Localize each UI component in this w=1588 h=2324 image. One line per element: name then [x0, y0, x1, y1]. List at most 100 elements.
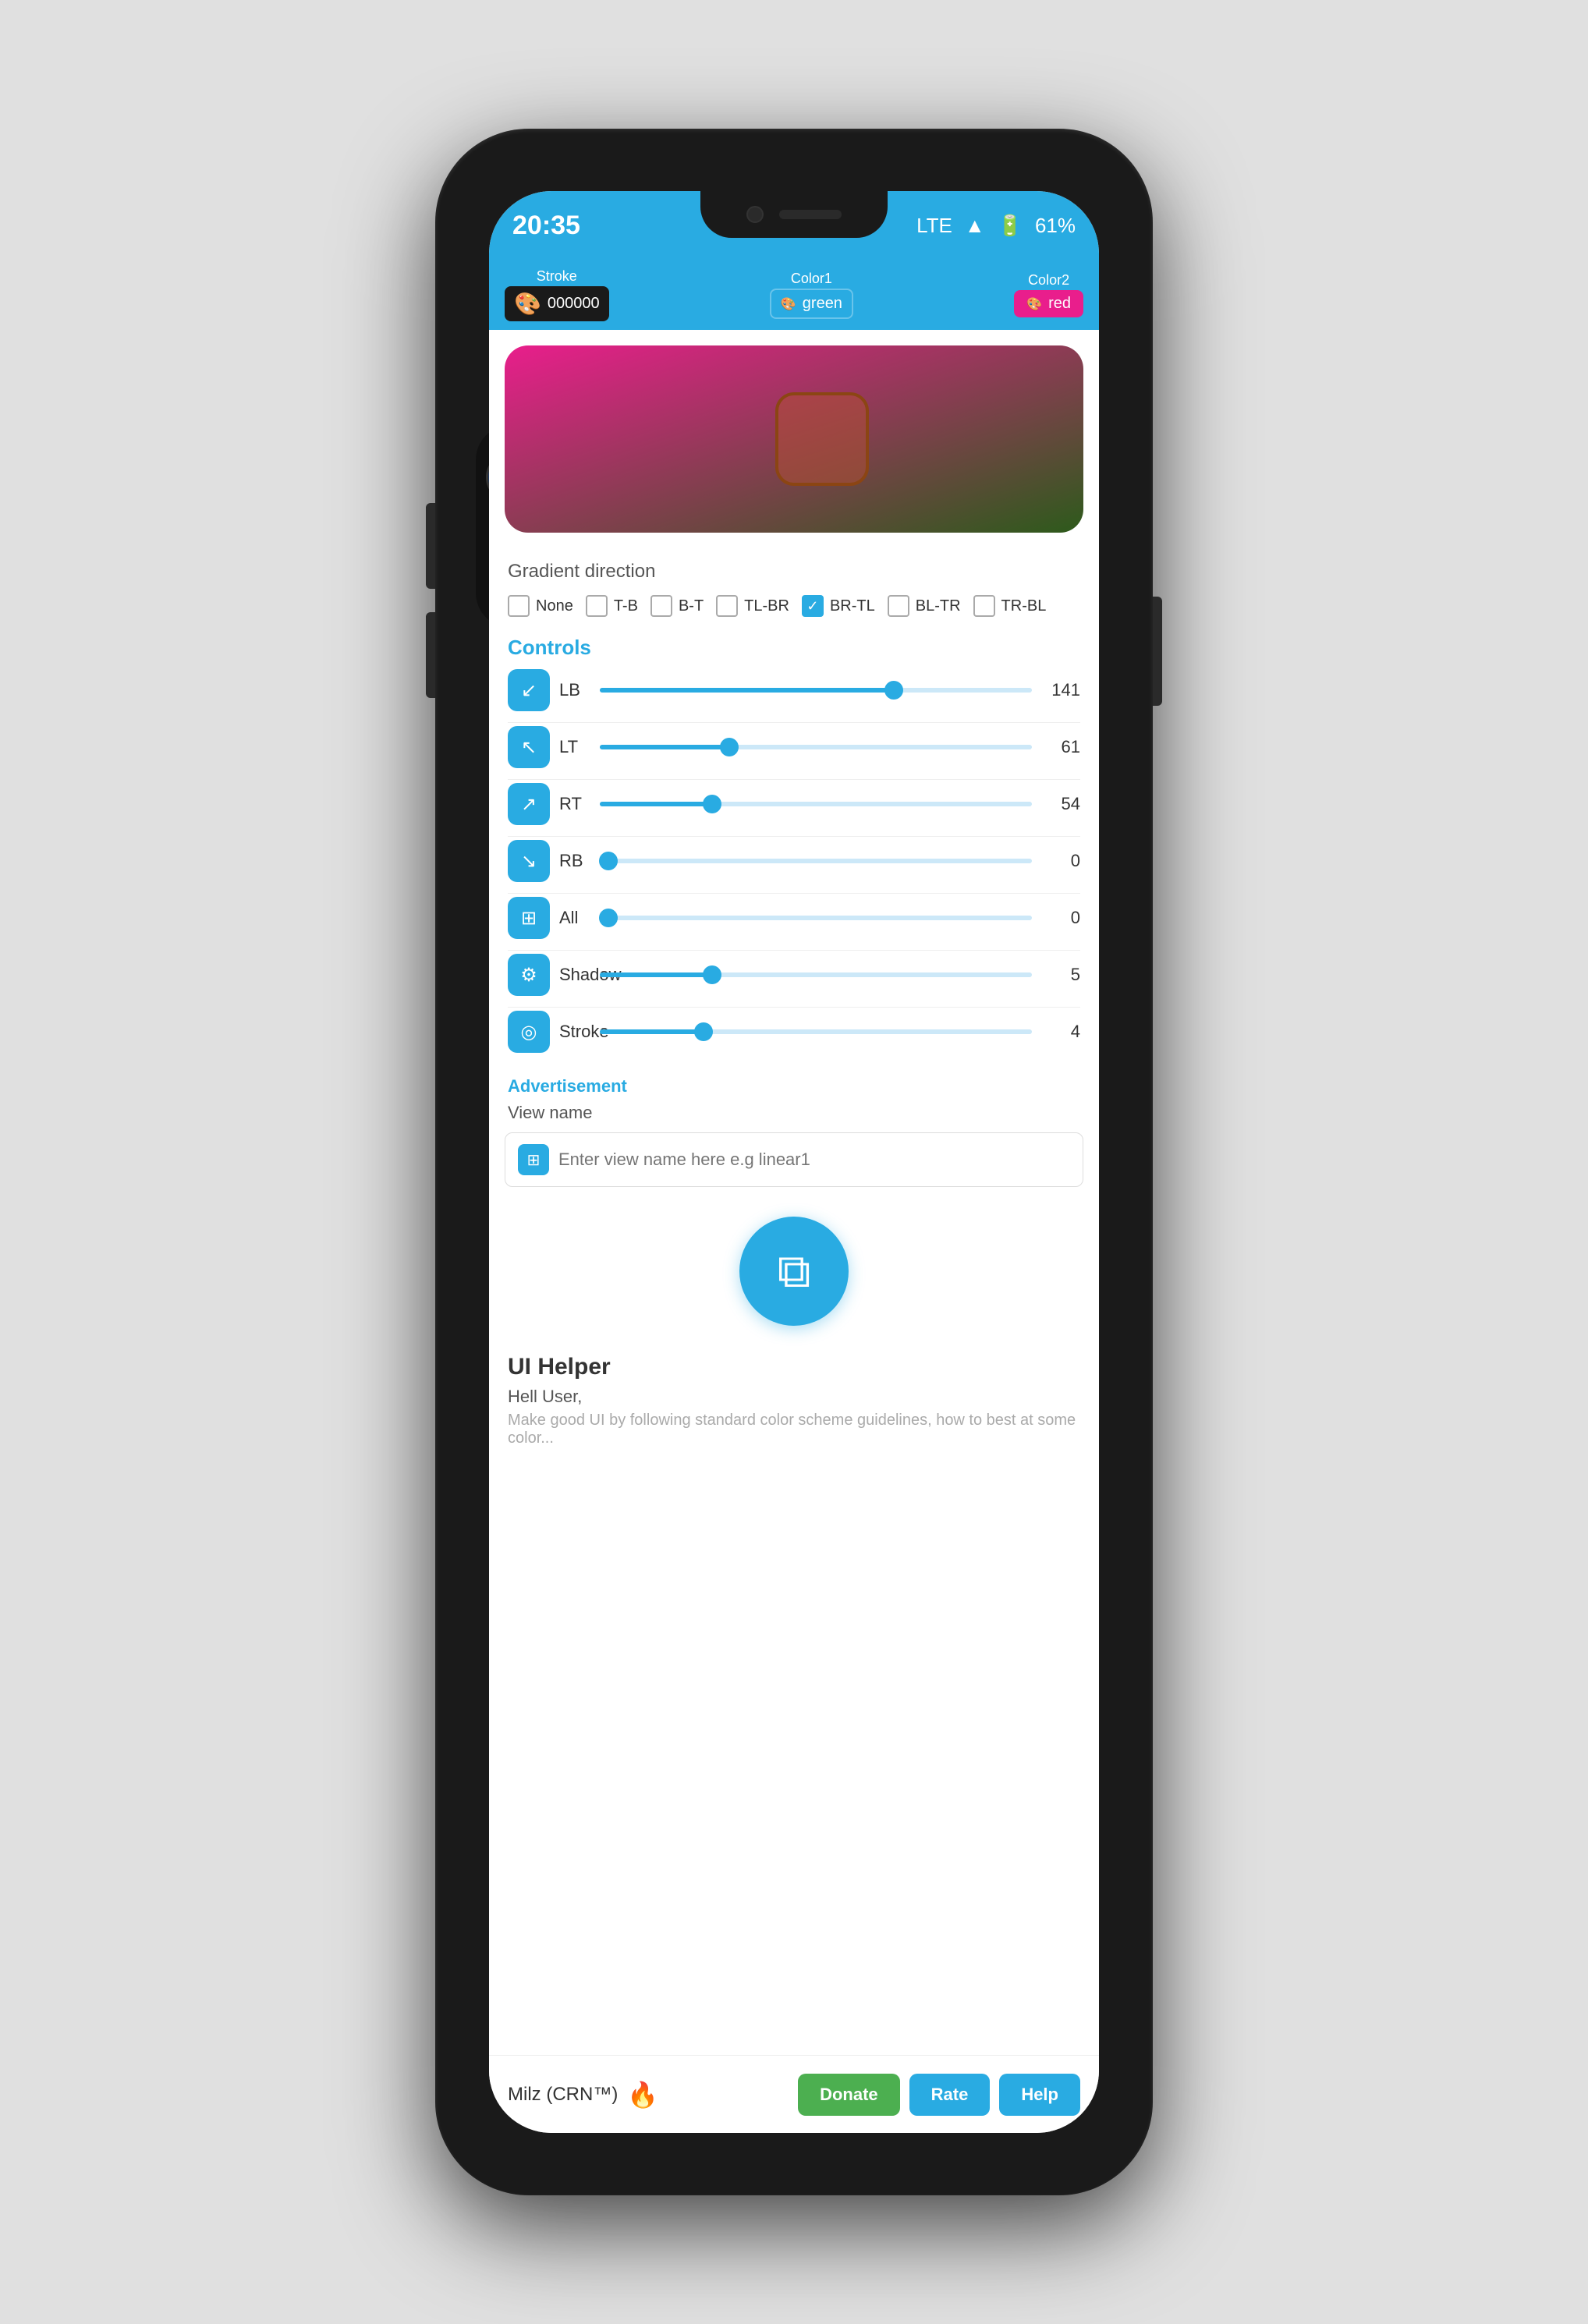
checkbox-trbl[interactable] — [973, 595, 995, 617]
option-brtl[interactable]: BR-TL — [802, 595, 875, 617]
ui-helper: UI Helper Hell User, Make good UI by fol… — [489, 1341, 1099, 1454]
lte-icon: LTE — [916, 214, 952, 238]
all-thumb[interactable] — [599, 909, 618, 927]
stroke-color-button[interactable]: 🎨 000000 — [505, 286, 609, 321]
fire-icon: 🔥 — [627, 2080, 658, 2110]
color1-button[interactable]: 🎨 green — [770, 289, 853, 319]
option-trbl-label: TR-BL — [1001, 597, 1047, 615]
notch-speaker — [779, 210, 842, 219]
controls-section: Controls ↙ LB 141 ↖ LT — [489, 629, 1099, 1070]
option-none-label: None — [536, 597, 573, 615]
checkbox-bltr[interactable] — [888, 595, 909, 617]
all-icon[interactable]: ⊞ — [508, 897, 550, 939]
control-rb: ↘ RB 0 — [508, 840, 1080, 882]
color1-section: Color1 🎨 green — [770, 271, 853, 319]
lb-thumb[interactable] — [884, 681, 903, 700]
shadow-icon[interactable]: ⚙ — [508, 954, 550, 996]
rb-slider[interactable] — [600, 859, 1032, 863]
gradient-direction-title: Gradient direction — [508, 561, 1080, 583]
divider3 — [508, 836, 1080, 837]
palette-icon-stroke: 🎨 — [514, 291, 541, 317]
notch — [700, 191, 888, 238]
view-name-input[interactable] — [558, 1150, 1070, 1170]
rt-icon[interactable]: ↗ — [508, 783, 550, 825]
phone-screen: 20:35 LTE ▲ 🔋 61% Stroke 🎨 — [489, 191, 1099, 2133]
stroke-label: Stroke — [537, 268, 577, 285]
divider4 — [508, 893, 1080, 894]
color1-label: Color1 — [791, 271, 832, 287]
lt-label: LT — [559, 737, 590, 757]
shadow-label: Shadow — [559, 965, 590, 985]
all-slider[interactable] — [600, 916, 1032, 920]
palette-icon-color1: 🎨 — [781, 296, 796, 312]
option-bltr[interactable]: BL-TR — [888, 595, 961, 617]
lb-icon[interactable]: ↙ — [508, 669, 550, 711]
vol-down-button[interactable] — [426, 612, 435, 698]
checkbox-bt[interactable] — [650, 595, 672, 617]
lt-slider[interactable] — [600, 745, 1032, 749]
option-tb[interactable]: T-B — [586, 595, 638, 617]
color2-section: Color2 🎨 red — [1014, 272, 1083, 317]
rt-thumb[interactable] — [703, 795, 721, 813]
wifi-icon: 🔋 — [998, 214, 1023, 238]
notch-camera — [746, 206, 764, 223]
rb-thumb[interactable] — [599, 852, 618, 870]
rt-slider[interactable] — [600, 802, 1032, 806]
view-name-input-row: ⊞ — [505, 1132, 1083, 1187]
color1-value: green — [803, 295, 842, 313]
stroke-thumb[interactable] — [694, 1022, 713, 1041]
color2-button[interactable]: 🎨 red — [1014, 290, 1083, 317]
logo-icon: ⧉ — [778, 1244, 811, 1298]
rb-icon[interactable]: ↘ — [508, 840, 550, 882]
advertisement-label: Advertisement — [489, 1070, 1099, 1100]
page-wrapper: 20:35 LTE ▲ 🔋 61% Stroke 🎨 — [0, 0, 1588, 2324]
option-trbl[interactable]: TR-BL — [973, 595, 1047, 617]
checkbox-none[interactable] — [508, 595, 530, 617]
lb-fill — [600, 688, 894, 693]
status-icons: LTE ▲ 🔋 61% — [916, 214, 1076, 238]
rt-fill — [600, 802, 712, 806]
color2-value: red — [1048, 295, 1071, 313]
rate-button[interactable]: Rate — [909, 2074, 991, 2116]
lb-slider[interactable] — [600, 688, 1032, 693]
ui-helper-greeting: Hell User, — [508, 1387, 1080, 1407]
vol-up-button[interactable] — [426, 503, 435, 589]
donate-button[interactable]: Donate — [798, 2074, 900, 2116]
palette-icon-color2: 🎨 — [1026, 296, 1042, 312]
checkbox-tb[interactable] — [586, 595, 608, 617]
rb-value: 0 — [1041, 851, 1080, 871]
option-tlbr-label: TL-BR — [744, 597, 789, 615]
stroke-section: Stroke 🎨 000000 — [505, 268, 609, 321]
shadow-value: 5 — [1041, 965, 1080, 985]
gradient-preview — [505, 345, 1083, 533]
divider5 — [508, 950, 1080, 951]
rb-label: RB — [559, 851, 590, 871]
stroke-color-value: 000000 — [548, 295, 600, 313]
lt-icon[interactable]: ↖ — [508, 726, 550, 768]
lb-value: 141 — [1041, 680, 1080, 700]
gradient-options: None T-B B-T TL-BR — [508, 595, 1080, 617]
power-button[interactable] — [1153, 597, 1162, 706]
logo-circle: ⧉ — [739, 1217, 849, 1326]
option-none[interactable]: None — [508, 595, 573, 617]
checkbox-tlbr[interactable] — [716, 595, 738, 617]
help-button[interactable]: Help — [999, 2074, 1080, 2116]
stroke-slider[interactable] — [600, 1029, 1032, 1034]
shadow-thumb[interactable] — [703, 965, 721, 984]
control-shadow: ⚙ Shadow 5 — [508, 954, 1080, 996]
option-tlbr[interactable]: TL-BR — [716, 595, 789, 617]
gradient-direction-section: Gradient direction None T-B B-T — [489, 548, 1099, 629]
rt-label: RT — [559, 794, 590, 814]
author-section: Milz (CRN™) 🔥 — [508, 2080, 658, 2110]
bottom-bar: Milz (CRN™) 🔥 Donate Rate Help — [489, 2055, 1099, 2133]
checkbox-brtl[interactable] — [802, 595, 824, 617]
option-bt[interactable]: B-T — [650, 595, 704, 617]
shadow-fill — [600, 972, 712, 977]
all-label: All — [559, 908, 590, 928]
lt-thumb[interactable] — [720, 738, 739, 756]
rt-value: 54 — [1041, 794, 1080, 814]
shadow-slider[interactable] — [600, 972, 1032, 977]
stroke-icon[interactable]: ◎ — [508, 1011, 550, 1053]
battery-percent: 61% — [1035, 214, 1076, 238]
lt-value: 61 — [1041, 737, 1080, 757]
